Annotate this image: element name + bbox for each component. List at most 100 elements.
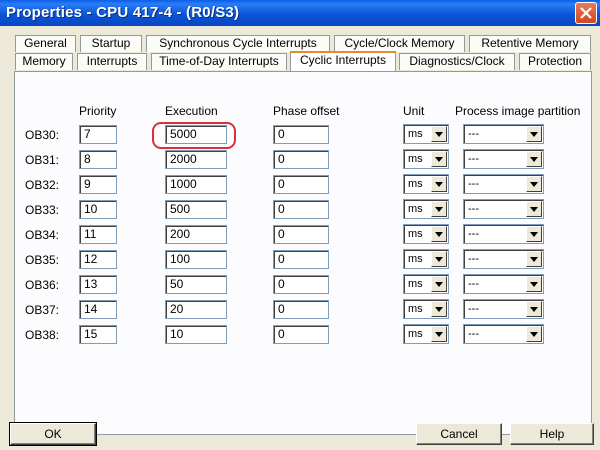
unit-value: ms	[408, 253, 423, 265]
tab-protection[interactable]: Protection	[519, 53, 591, 70]
unit-select[interactable]: ms	[403, 224, 449, 244]
chevron-down-icon[interactable]	[431, 276, 447, 292]
chevron-down-icon[interactable]	[431, 226, 447, 242]
priority-input[interactable]: 10	[79, 200, 117, 219]
chevron-down-icon[interactable]	[526, 301, 542, 317]
unit-select[interactable]: ms	[403, 274, 449, 294]
tab-general[interactable]: General	[15, 35, 76, 52]
tab-cyclic-interrupts[interactable]: Cyclic Interrupts	[290, 51, 396, 71]
phase-offset-input[interactable]: 0	[273, 200, 329, 219]
partition-value: ---	[468, 228, 479, 240]
execution-input[interactable]: 10	[165, 325, 227, 344]
partition-value: ---	[468, 303, 479, 315]
process-image-partition-select[interactable]: ---	[463, 224, 544, 244]
tab-startup[interactable]: Startup	[80, 35, 142, 52]
execution-input[interactable]: 200	[165, 225, 227, 244]
process-image-partition-select[interactable]: ---	[463, 149, 544, 169]
phase-offset-input[interactable]: 0	[273, 175, 329, 194]
priority-input[interactable]: 11	[79, 225, 117, 244]
partition-value: ---	[468, 128, 479, 140]
execution-input[interactable]: 100	[165, 250, 227, 269]
tab-interrupts[interactable]: Interrupts	[77, 53, 147, 70]
tab-cycle-clock-memory[interactable]: Cycle/Clock Memory	[334, 35, 465, 52]
unit-select[interactable]: ms	[403, 324, 449, 344]
chevron-down-icon[interactable]	[526, 326, 542, 342]
priority-input[interactable]: 8	[79, 150, 117, 169]
phase-offset-input[interactable]: 0	[273, 225, 329, 244]
partition-value: ---	[468, 203, 479, 215]
phase-offset-input[interactable]: 0	[273, 250, 329, 269]
chevron-down-icon[interactable]	[431, 301, 447, 317]
column-header-process-image-partition: Process image partition	[455, 104, 581, 118]
execution-input[interactable]: 500	[165, 200, 227, 219]
chevron-down-icon[interactable]	[526, 201, 542, 217]
tab-memory[interactable]: Memory	[15, 53, 73, 70]
highlight-annotation	[152, 122, 236, 149]
process-image-partition-select[interactable]: ---	[463, 299, 544, 319]
unit-select[interactable]: ms	[403, 149, 449, 169]
column-header-priority: Priority	[79, 104, 117, 118]
chevron-down-icon[interactable]	[526, 276, 542, 292]
unit-select[interactable]: ms	[403, 249, 449, 269]
chevron-down-icon[interactable]	[526, 126, 542, 142]
unit-select[interactable]: ms	[403, 124, 449, 144]
chevron-down-icon[interactable]	[431, 251, 447, 267]
dialog-body: General Startup Synchronous Cycle Interr…	[0, 26, 600, 450]
process-image-partition-select[interactable]: ---	[463, 324, 544, 344]
ob-label: OB37:	[25, 303, 60, 317]
process-image-partition-select[interactable]: ---	[463, 199, 544, 219]
process-image-partition-select[interactable]: ---	[463, 124, 544, 144]
chevron-down-icon[interactable]	[526, 176, 542, 192]
priority-input[interactable]: 7	[79, 125, 117, 144]
process-image-partition-select[interactable]: ---	[463, 174, 544, 194]
column-header-execution: Execution	[165, 104, 218, 118]
partition-value: ---	[468, 178, 479, 190]
execution-input[interactable]: 1000	[165, 175, 227, 194]
phase-offset-input[interactable]: 0	[273, 275, 329, 294]
phase-offset-input[interactable]: 0	[273, 125, 329, 144]
tab-retentive-memory[interactable]: Retentive Memory	[469, 35, 591, 52]
partition-value: ---	[468, 328, 479, 340]
priority-input[interactable]: 9	[79, 175, 117, 194]
unit-select[interactable]: ms	[403, 174, 449, 194]
unit-select[interactable]: ms	[403, 199, 449, 219]
phase-offset-input[interactable]: 0	[273, 150, 329, 169]
partition-value: ---	[468, 153, 479, 165]
priority-input[interactable]: 15	[79, 325, 117, 344]
phase-offset-input[interactable]: 0	[273, 325, 329, 344]
tab-synchronous-cycle-interrupts[interactable]: Synchronous Cycle Interrupts	[146, 35, 330, 52]
priority-input[interactable]: 12	[79, 250, 117, 269]
ok-button[interactable]: OK	[9, 422, 97, 446]
unit-value: ms	[408, 178, 423, 190]
ob-label: OB30:	[25, 128, 60, 142]
ob-label: OB32:	[25, 178, 60, 192]
chevron-down-icon[interactable]	[431, 126, 447, 142]
chevron-down-icon[interactable]	[431, 326, 447, 342]
tab-diagnostics-clock[interactable]: Diagnostics/Clock	[399, 53, 515, 70]
chevron-down-icon[interactable]	[526, 151, 542, 167]
phase-offset-input[interactable]: 0	[273, 300, 329, 319]
priority-input[interactable]: 13	[79, 275, 117, 294]
chevron-down-icon[interactable]	[526, 226, 542, 242]
unit-value: ms	[408, 303, 423, 315]
process-image-partition-select[interactable]: ---	[463, 249, 544, 269]
chevron-down-icon[interactable]	[526, 251, 542, 267]
execution-input[interactable]: 20	[165, 300, 227, 319]
title-bar[interactable]: Properties - CPU 417-4 - (R0/S3)	[0, 0, 600, 26]
execution-input[interactable]: 2000	[165, 150, 227, 169]
partition-value: ---	[468, 278, 479, 290]
ob-label: OB36:	[25, 278, 60, 292]
help-button[interactable]: Help	[510, 423, 594, 445]
execution-input[interactable]: 50	[165, 275, 227, 294]
tab-time-of-day-interrupts[interactable]: Time-of-Day Interrupts	[151, 53, 287, 70]
unit-select[interactable]: ms	[403, 299, 449, 319]
process-image-partition-select[interactable]: ---	[463, 274, 544, 294]
chevron-down-icon[interactable]	[431, 176, 447, 192]
ob-label: OB38:	[25, 328, 60, 342]
cancel-button[interactable]: Cancel	[416, 423, 502, 445]
chevron-down-icon[interactable]	[431, 201, 447, 217]
ob-label: OB34:	[25, 228, 60, 242]
priority-input[interactable]: 14	[79, 300, 117, 319]
chevron-down-icon[interactable]	[431, 151, 447, 167]
close-button[interactable]	[575, 2, 597, 24]
